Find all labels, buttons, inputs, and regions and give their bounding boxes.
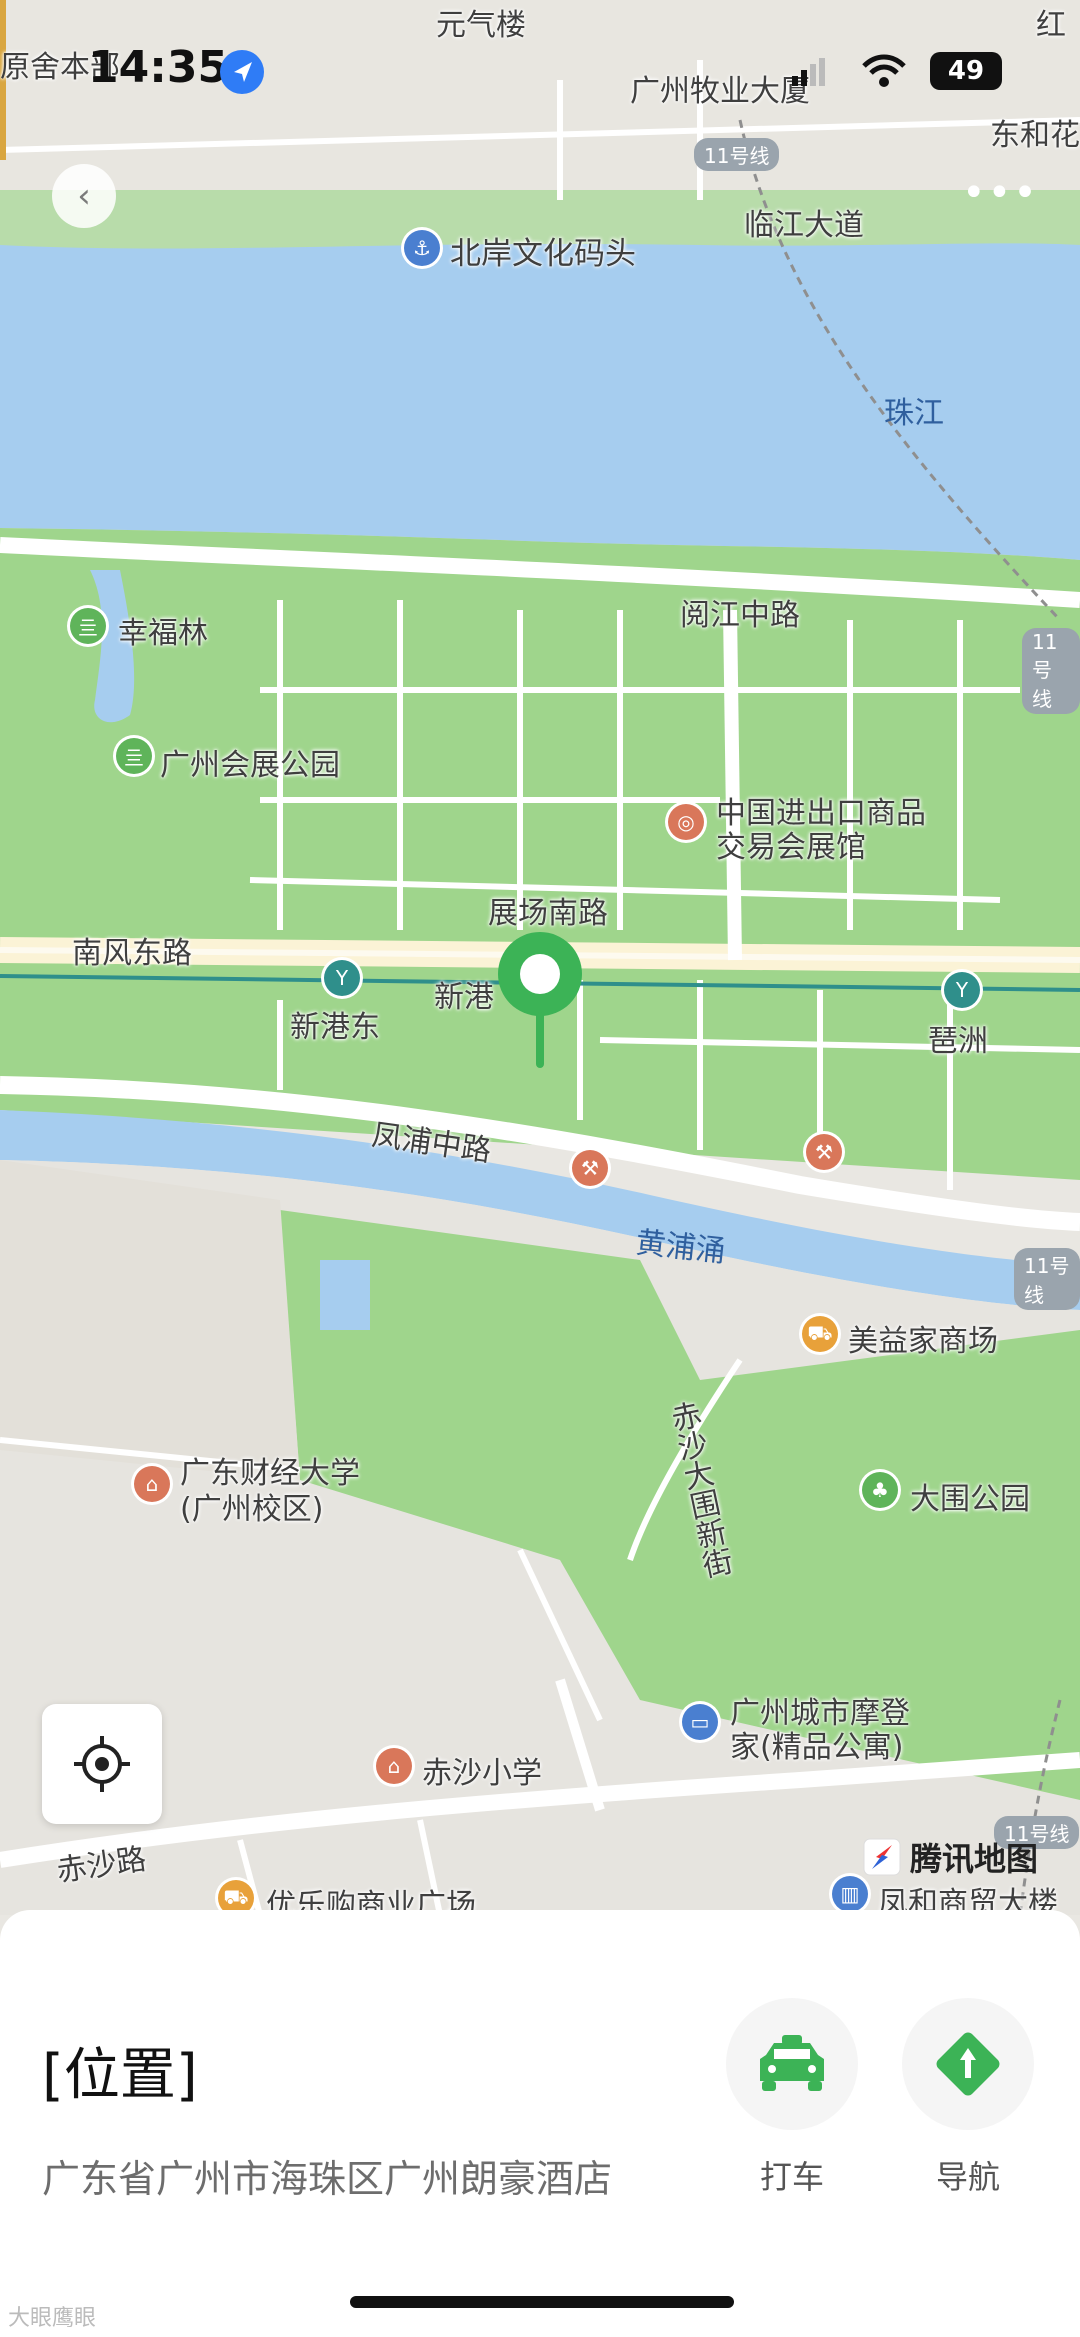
anchor-icon: ⚓ <box>404 230 440 266</box>
road-label: 展场南路 <box>488 896 608 931</box>
poi-label[interactable]: 北岸文化码头 <box>450 228 636 273</box>
location-title: [位置] <box>42 2043 198 2108</box>
tencent-map-logo-icon <box>863 1838 901 1876</box>
more-options-icon[interactable]: ••• <box>962 170 1039 216</box>
poi-label[interactable]: (广州校区) <box>180 1484 323 1528</box>
poi-label[interactable]: 赤沙小学 <box>422 1748 542 1792</box>
school-icon: ⌂ <box>134 1466 170 1502</box>
home-indicator[interactable] <box>350 2296 734 2308</box>
museum-icon: ◎ <box>668 804 704 840</box>
taxi-button[interactable]: 打车 <box>726 1998 858 2198</box>
bed-icon: ▭ <box>682 1704 718 1740</box>
station-label[interactable]: 琶洲 <box>928 1016 988 1060</box>
construction-icon: ⚒ <box>806 1134 842 1170</box>
park-icon: ♣ <box>862 1472 898 1508</box>
school-icon: ⌂ <box>376 1748 412 1784</box>
locate-me-button[interactable] <box>42 1704 162 1824</box>
metro-station-icon: Y <box>324 960 360 996</box>
metro-line-badge: 11号线 <box>694 138 780 171</box>
river-label: 珠江 <box>884 396 944 431</box>
poi-label[interactable]: 交易会展馆 <box>716 822 866 866</box>
building-icon: ▥ <box>832 1876 868 1912</box>
chevron-left-icon: ‹ <box>77 176 91 216</box>
map-view[interactable]: 11号线 11号线 11号线 11号线 原舍本部 元气楼 广州牧业大厦 东和花 … <box>0 0 1080 1923</box>
location-pin-icon <box>498 932 582 1068</box>
taxi-label: 打车 <box>759 2158 824 2196</box>
poi-label[interactable]: 美益家商场 <box>848 1316 998 1360</box>
back-button[interactable]: ‹ <box>52 164 116 228</box>
road-label: 南风东路 <box>72 936 192 971</box>
map-brand: 腾讯地图 <box>862 1834 1038 1880</box>
park-icon: 亖 <box>116 738 152 774</box>
location-address: 广东省广州市海珠区广州朗豪酒店 <box>42 2157 613 2201</box>
battery-indicator: 49 <box>930 52 1002 90</box>
taxi-icon <box>760 2035 824 2091</box>
navigation-label: 导航 <box>935 2158 1000 2196</box>
park-icon: 亖 <box>70 608 106 644</box>
wifi-icon <box>862 54 906 87</box>
navigation-icon <box>936 2032 1000 2096</box>
signal-icon <box>792 58 825 86</box>
status-bar: 14:35 49 <box>0 0 1080 140</box>
brand-label: 腾讯地图 <box>910 1840 1039 1878</box>
crosshair-icon <box>74 1736 130 1792</box>
poi-label[interactable]: 家(精品公寓) <box>730 1722 903 1766</box>
metro-line-badge: 11号线 <box>1022 628 1080 714</box>
road-label: 临江大道 <box>744 208 864 243</box>
navigation-button[interactable]: 导航 <box>902 1998 1034 2198</box>
poi-label[interactable]: 大围公园 <box>910 1474 1030 1518</box>
station-label[interactable]: 新港东 <box>290 1002 380 1046</box>
status-time: 14:35 <box>88 42 229 93</box>
road-label: 阅江中路 <box>680 598 800 633</box>
canal-label: 黄浦涌 <box>634 1225 728 1270</box>
poi-label[interactable]: 幸福林 <box>118 608 208 652</box>
shopping-icon: ⛟ <box>802 1316 838 1352</box>
metro-line-badge: 11号线 <box>1014 1248 1080 1310</box>
road-label: 新港 <box>434 980 494 1015</box>
metro-station-icon: Y <box>944 972 980 1008</box>
poi-label[interactable]: 广州会展公园 <box>160 740 340 784</box>
construction-icon: ⚒ <box>572 1150 608 1186</box>
location-arrow-icon <box>220 50 264 94</box>
watermark: 大眼鹰眼 <box>8 2306 97 2331</box>
